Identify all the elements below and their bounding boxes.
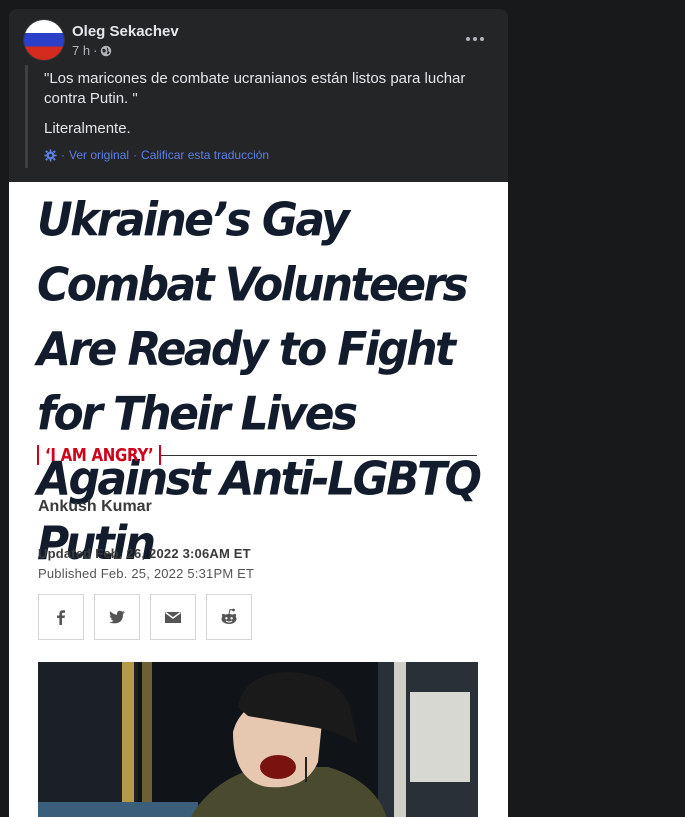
link-separator: · (61, 148, 65, 162)
article-updated: Updated Feb. 26, 2022 3:06AM ET (38, 546, 251, 561)
avatar[interactable] (24, 20, 64, 60)
post-header: Oleg Sekachev 7 h · (9, 9, 508, 71)
share-reddit-button[interactable] (206, 594, 252, 640)
article-photo (38, 662, 478, 817)
meta-separator: · (93, 43, 98, 58)
kicker-divider (161, 454, 477, 456)
translated-text-block: "Los maricones de combate ucranianos est… (25, 65, 495, 168)
author-name[interactable]: Oleg Sekachev (72, 23, 179, 40)
share-twitter-button[interactable] (94, 594, 140, 640)
see-original-link[interactable]: Ver original (69, 148, 129, 162)
rate-translation-link[interactable]: Calificar esta traducción (141, 148, 269, 162)
translated-text: "Los maricones de combate ucranianos est… (44, 70, 466, 107)
soldier-photo-illustration (38, 662, 478, 817)
dot-icon (466, 37, 470, 41)
share-email-button[interactable] (150, 594, 196, 640)
article-published: Published Feb. 25, 2022 5:31PM ET (38, 566, 255, 581)
reddit-icon (221, 608, 237, 624)
translation-links: · Ver original · Calificar esta traducci… (44, 148, 495, 162)
share-buttons (38, 594, 252, 640)
email-icon (165, 611, 181, 623)
dot-icon (480, 37, 484, 41)
share-facebook-button[interactable] (38, 594, 84, 640)
facebook-icon (57, 610, 65, 625)
translated-text-2: Literalmente. (44, 120, 131, 137)
shared-article-image[interactable]: Ukraine’s Gay Combat Volunteers Are Read… (9, 182, 508, 817)
article-headline: Ukraine’s Gay Combat Volunteers Are Read… (37, 193, 482, 571)
twitter-icon (109, 610, 125, 624)
kicker-row: ‘I AM ANGRY’ (37, 444, 477, 466)
post-time[interactable]: 7 h (72, 43, 90, 58)
gear-icon (44, 148, 57, 162)
more-options-button[interactable] (457, 25, 493, 53)
globe-icon (101, 45, 112, 56)
post-card: Oleg Sekachev 7 h · "Los maricones de co… (9, 9, 508, 817)
link-separator: · (133, 148, 138, 162)
dot-icon (473, 37, 477, 41)
article-author: Ankush Kumar (38, 498, 152, 515)
article-kicker: ‘I AM ANGRY’ (45, 444, 154, 466)
post-meta: 7 h · (72, 43, 112, 58)
